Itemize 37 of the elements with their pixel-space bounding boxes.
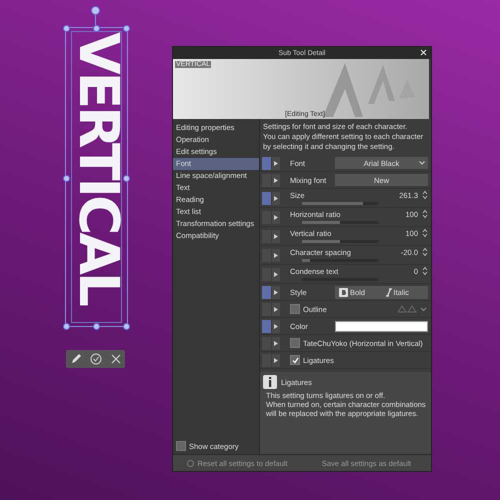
spinner-icon[interactable]	[422, 266, 428, 276]
spinner-icon[interactable]	[422, 190, 428, 200]
reset-icon	[187, 460, 194, 466]
resize-handle[interactable]	[123, 323, 130, 330]
resize-handle[interactable]	[93, 25, 100, 32]
checkbox[interactable]	[176, 441, 186, 451]
checkbox[interactable]	[290, 304, 300, 314]
confirm-icon[interactable]	[90, 353, 102, 365]
resize-handle[interactable]	[63, 175, 70, 182]
outline-icons	[398, 305, 428, 313]
pin-toggle[interactable]	[262, 156, 271, 170]
spinner-icon[interactable]	[422, 209, 428, 219]
resize-handle[interactable]	[93, 323, 100, 330]
pin-toggle[interactable]	[262, 286, 271, 298]
resize-handle[interactable]	[123, 175, 130, 182]
resize-handle[interactable]	[91, 6, 100, 15]
resize-handle[interactable]	[63, 323, 70, 330]
pin-toggle[interactable]	[262, 320, 271, 332]
resize-handle[interactable]	[123, 25, 130, 32]
chevron-down-icon	[419, 161, 425, 165]
slider-track[interactable]	[302, 202, 378, 205]
info-icon	[263, 375, 277, 389]
pencil-icon[interactable]	[70, 353, 82, 365]
text-frame[interactable]: VERTICAL	[65, 27, 128, 327]
resize-handle[interactable]	[63, 25, 70, 32]
pin-toggle[interactable]	[262, 192, 271, 204]
slider-track[interactable]	[302, 221, 378, 224]
checkbox[interactable]	[290, 355, 300, 365]
spinner-icon[interactable]	[422, 228, 428, 238]
close-icon[interactable]	[420, 49, 427, 56]
color-swatch[interactable]	[335, 320, 428, 332]
slider-track[interactable]	[302, 240, 378, 243]
spinner-icon[interactable]	[422, 247, 428, 257]
close-icon[interactable]	[110, 354, 121, 364]
italic-icon	[386, 288, 392, 296]
vertical-text: VERTICAL	[74, 32, 124, 306]
checkbox[interactable]	[290, 338, 300, 348]
